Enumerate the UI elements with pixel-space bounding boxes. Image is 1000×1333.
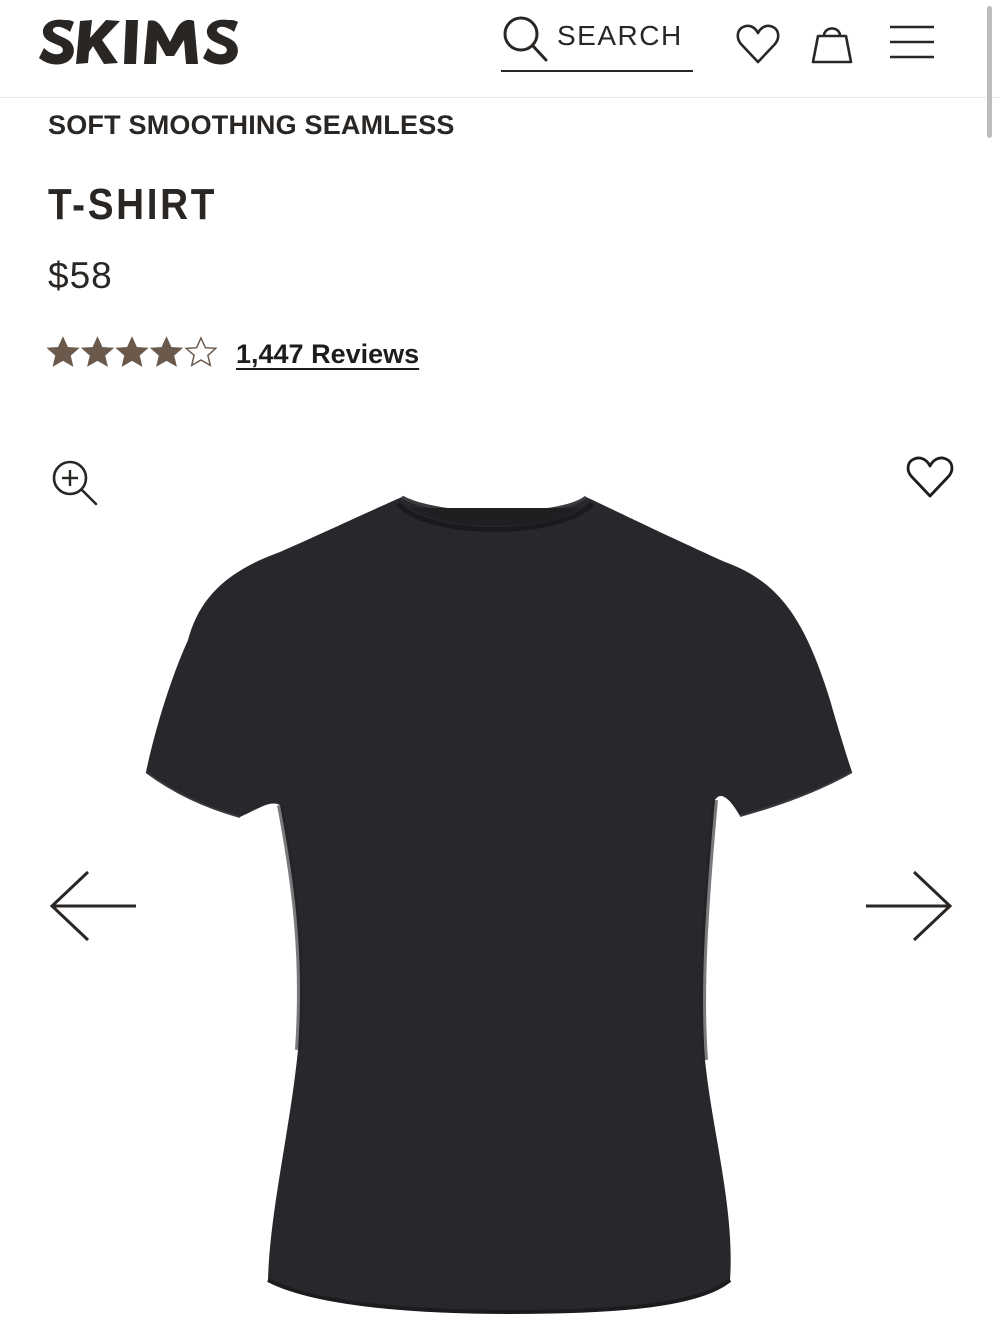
search-bar[interactable]: SEARCH xyxy=(501,10,693,72)
star-icon xyxy=(116,337,148,367)
arrow-left-icon[interactable] xyxy=(48,868,140,944)
product-gallery xyxy=(0,430,1000,1333)
hamburger-menu-icon[interactable] xyxy=(888,22,936,62)
heart-icon[interactable] xyxy=(905,454,955,500)
black-t-shirt-image xyxy=(145,495,853,1315)
star-icon xyxy=(185,337,217,367)
zoom-in-icon[interactable] xyxy=(50,458,100,508)
star-icon xyxy=(81,337,114,367)
reviews-link[interactable]: 1,447 Reviews xyxy=(236,339,419,370)
shopping-bag-icon[interactable] xyxy=(810,20,854,66)
site-header: SEARCH xyxy=(0,0,1000,98)
product-collection: SOFT SMOOTHING SEAMLESS xyxy=(48,110,455,140)
star-rating-icons xyxy=(47,337,217,367)
product-price: $58 xyxy=(48,255,113,296)
star-icon xyxy=(47,337,79,367)
search-icon xyxy=(503,16,548,62)
star-icon xyxy=(150,337,183,367)
product-title: T-SHIRT xyxy=(48,180,218,229)
search-label: SEARCH xyxy=(557,20,683,51)
skims-logo[interactable] xyxy=(38,12,268,70)
arrow-right-icon[interactable] xyxy=(862,868,954,944)
scrollbar[interactable] xyxy=(987,6,992,138)
heart-icon[interactable] xyxy=(735,22,781,66)
